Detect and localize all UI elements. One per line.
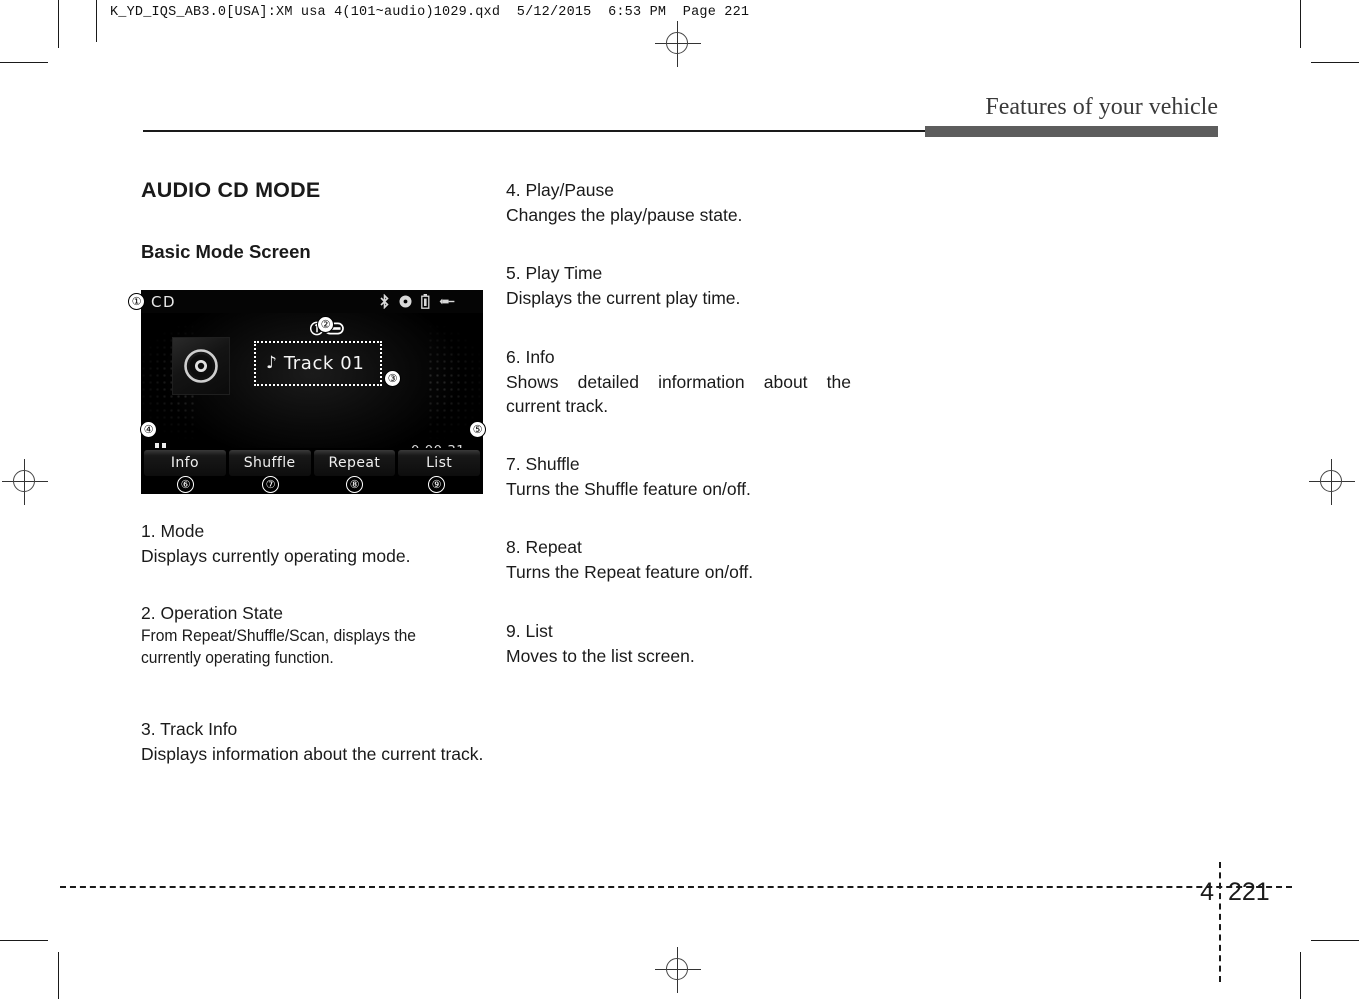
disc-icon xyxy=(399,295,412,308)
crop-mark-top-right-vertical xyxy=(1300,0,1301,48)
list-item: 5. Play Time Displays the current play t… xyxy=(506,261,851,310)
crop-mark-bottom-left-horizontal xyxy=(0,940,48,941)
list-item: 6. Info Shows detailed information about… xyxy=(506,345,851,418)
prepress-slug: K_YD_IQS_AB3.0[USA]:XM usa 4(101~audio)1… xyxy=(110,5,750,20)
list-item: 2. Operation State From Repeat/Shuffle/S… xyxy=(141,601,486,669)
registration-mark-bottom xyxy=(655,947,701,993)
item-description: Turns the Shuffle feature on/off. xyxy=(506,479,751,500)
folio-dashed-divider xyxy=(1219,862,1221,982)
left-column-items: 1. Mode Displays currently operating mod… xyxy=(141,519,486,787)
callout-4: ④ xyxy=(140,421,157,438)
music-note-icon: ♪ xyxy=(266,353,277,373)
footer-dashed-rule xyxy=(60,886,1292,888)
info-button[interactable]: Info xyxy=(144,450,226,476)
item-title: 1. Mode xyxy=(141,521,205,541)
running-head-title: Features of your vehicle xyxy=(985,94,1218,120)
callout-9: ⑨ xyxy=(428,476,445,493)
subsection-title: Basic Mode Screen xyxy=(141,241,311,262)
mode-label: CD xyxy=(151,293,177,311)
item-title: 3. Track Info xyxy=(141,719,238,740)
chapter-number: 4 xyxy=(1200,878,1214,906)
item-description: Displays the current play time. xyxy=(506,288,741,309)
running-head-rule-thin xyxy=(143,130,933,132)
list-item: 7. Shuffle Turns the Shuffle feature on/… xyxy=(506,452,851,501)
running-head-rule xyxy=(925,126,1218,137)
item-description: Turns the Repeat feature on/off. xyxy=(506,562,754,583)
crop-mark-top-left-horizontal xyxy=(0,62,48,63)
repeat-button[interactable]: Repeat xyxy=(313,450,396,476)
list-button[interactable]: List xyxy=(398,450,480,476)
registration-mark-right xyxy=(1309,459,1355,505)
crop-mark-top-left-vertical xyxy=(58,0,59,48)
aux-plug-icon xyxy=(439,298,455,305)
album-art xyxy=(172,337,230,395)
bluetooth-icon xyxy=(380,294,389,309)
right-column: 4. Play/Pause Changes the play/pause sta… xyxy=(506,178,851,689)
item-title: 8. Repeat xyxy=(506,537,582,558)
callout-1: ① xyxy=(128,293,145,310)
item-description: Moves to the list screen. xyxy=(506,645,695,666)
list-item: 4. Play/Pause Changes the play/pause sta… xyxy=(506,178,851,227)
callout-8: ⑧ xyxy=(346,476,363,493)
item-title: 9. List xyxy=(506,620,553,641)
crop-mark-top-right-horizontal xyxy=(1311,62,1359,63)
callout-7: ⑦ xyxy=(262,476,279,493)
registration-mark-left xyxy=(2,459,48,505)
track-name-label: Track 01 xyxy=(283,353,365,374)
item-description: Displays currently operating mode. xyxy=(141,546,411,567)
cd-mode-screen: CD ♪ Track 01 Info Shuffle Repeat List xyxy=(141,290,483,494)
list-item: 3. Track Info Displays information about… xyxy=(141,717,486,766)
crop-mark-bottom-left-vertical xyxy=(58,952,59,999)
item-description: Shows detailed information about the cur… xyxy=(506,371,851,416)
crop-mark-bottom-right-horizontal xyxy=(1311,940,1359,941)
item-description: Displays information about the current t… xyxy=(141,744,484,765)
crop-mark-bottom-right-vertical xyxy=(1300,952,1301,999)
callout-2: ② xyxy=(317,316,334,333)
screen-status-bar: CD xyxy=(141,290,483,313)
registration-mark-top xyxy=(655,21,701,67)
head-unit-figure: CD ♪ Track 01 Info Shuffle Repeat List ①… xyxy=(128,290,486,494)
screen-main-area: ♪ Track 01 0:00:31 xyxy=(141,313,483,462)
left-column: AUDIO CD MODE Basic Mode Screen xyxy=(141,178,486,289)
soft-button-bar: Info Shuffle Repeat List xyxy=(141,448,483,478)
shuffle-button[interactable]: Shuffle xyxy=(228,450,311,476)
callout-6: ⑥ xyxy=(177,476,194,493)
track-info-box[interactable]: ♪ Track 01 xyxy=(254,341,382,386)
list-item: 9. List Moves to the list screen. xyxy=(506,619,851,668)
callout-5: ⑤ xyxy=(469,421,486,438)
item-title: 5. Play Time xyxy=(506,263,603,284)
page-title: AUDIO CD MODE xyxy=(141,178,321,202)
slug-rule-left xyxy=(96,0,97,42)
cd-disc-icon xyxy=(184,349,218,383)
list-item: 1. Mode Displays currently operating mod… xyxy=(141,519,486,568)
item-title: 6. Info xyxy=(506,346,555,367)
page-number: 221 xyxy=(1228,878,1270,906)
list-item: 8. Repeat Turns the Repeat feature on/of… xyxy=(506,535,851,584)
callout-3: ③ xyxy=(384,370,401,387)
item-description: Changes the play/pause state. xyxy=(506,205,743,226)
item-description: From Repeat/Shuffle/Scan, displays the c… xyxy=(141,627,416,667)
item-title: 4. Play/Pause xyxy=(506,180,614,200)
item-title: 7. Shuffle xyxy=(506,453,580,474)
item-title: 2. Operation State xyxy=(141,603,284,624)
usb-battery-icon xyxy=(421,294,430,309)
status-icon-group xyxy=(379,294,455,309)
